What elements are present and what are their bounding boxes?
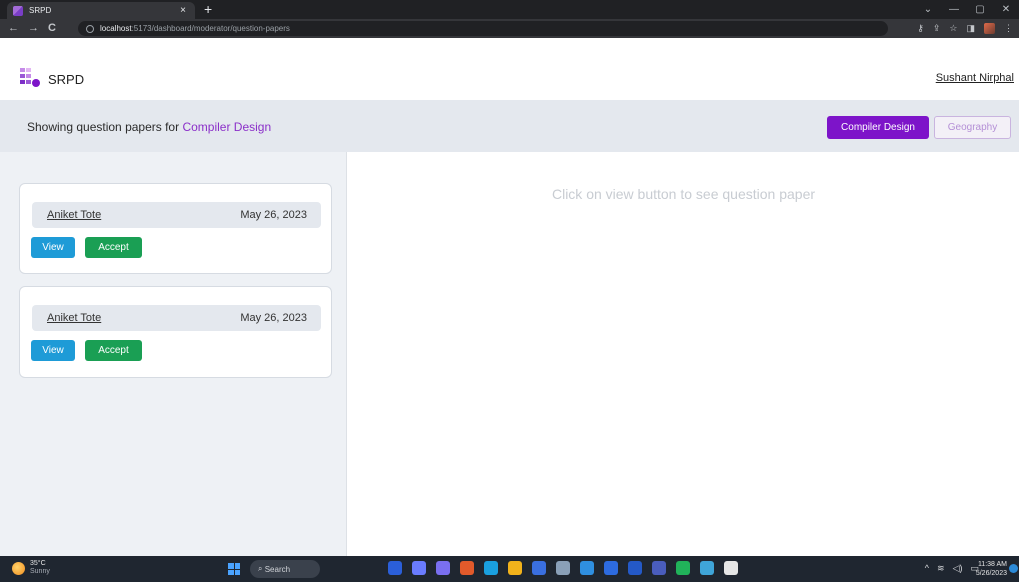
browser-tab-bar: SRPD × + ⌄ — ▢ ✕ [0, 0, 1019, 19]
bookmark-star-icon[interactable]: ☆ [949, 22, 957, 34]
info-icon[interactable] [86, 24, 94, 33]
taskbar-app-icon[interactable] [652, 561, 666, 575]
window-controls: ⌄ — ▢ ✕ [915, 0, 1019, 19]
accept-button[interactable]: Accept [85, 340, 142, 361]
clock-date: 5/26/2023 [975, 570, 1007, 577]
profile-avatar[interactable] [984, 22, 995, 34]
srpd-logo-icon [20, 68, 40, 87]
url-host: localhost [100, 24, 132, 33]
back-button[interactable]: ← [8, 22, 19, 35]
reload-button[interactable]: C [48, 22, 56, 35]
tab-title: SRPD [29, 6, 52, 15]
side-panel-icon[interactable]: ◨ [966, 22, 975, 34]
forward-button[interactable]: → [28, 22, 39, 35]
accept-button[interactable]: Accept [85, 237, 142, 258]
browser-toolbar: ← → C localhost:5173/dashboard/moderator… [0, 19, 1019, 38]
showing-label: Showing question papers for Compiler Des… [27, 120, 271, 134]
taskbar-app-icon[interactable] [604, 561, 618, 575]
brand-title[interactable]: SRPD [48, 72, 84, 87]
author-link[interactable]: Aniket Tote [47, 209, 101, 221]
browser-menu-icon[interactable]: ⋮ [1004, 22, 1013, 34]
paper-card: Aniket Tote May 26, 2023 View Accept [19, 286, 332, 378]
new-tab-button[interactable]: + [204, 2, 212, 16]
url-path: :5173/dashboard/moderator/question-paper… [131, 24, 290, 33]
browser-actions: ⚷ ⇪ ☆ ◨ ⋮ [917, 22, 1013, 34]
taskbar: 35°C Sunny ⌕ Search ^ ≋ ◁) ▭ 11:38 AM 5/… [0, 556, 1019, 582]
taskbar-apps [388, 561, 738, 575]
user-profile-link[interactable]: Sushant Nirphal [936, 72, 1014, 84]
author-link[interactable]: Aniket Tote [47, 312, 101, 324]
paper-date: May 26, 2023 [240, 209, 307, 221]
taskbar-app-icon[interactable] [676, 561, 690, 575]
taskbar-app-icon[interactable] [412, 561, 426, 575]
weather-widget[interactable]: 35°C Sunny [12, 560, 50, 576]
taskbar-app-icon[interactable] [580, 561, 594, 575]
search-label: Search [264, 564, 291, 574]
taskbar-app-icon[interactable] [700, 561, 714, 575]
start-button[interactable] [228, 563, 240, 575]
minimize-button[interactable]: — [941, 0, 967, 19]
tray-chevron-icon[interactable]: ^ [925, 563, 929, 574]
taskbar-app-icon[interactable] [532, 561, 546, 575]
taskbar-app-icon[interactable] [460, 561, 474, 575]
showing-prefix: Showing question papers for [27, 120, 180, 134]
browser-tab[interactable]: SRPD × [7, 2, 195, 19]
question-paper-list: Aniket Tote May 26, 2023 View Accept Ani… [0, 152, 347, 556]
subject-button-geography[interactable]: Geography [934, 116, 1011, 139]
weather-condition: Sunny [30, 568, 50, 575]
taskbar-app-icon[interactable] [484, 561, 498, 575]
view-button[interactable]: View [31, 237, 75, 258]
clock[interactable]: 11:38 AM 5/26/2023 [976, 560, 1007, 578]
taskbar-search[interactable]: ⌕ Search [250, 560, 320, 578]
current-subject: Compiler Design [182, 120, 272, 134]
password-key-icon[interactable]: ⚷ [917, 22, 924, 34]
search-icon: ⌕ [258, 564, 265, 573]
taskbar-app-icon[interactable] [436, 561, 450, 575]
address-bar[interactable]: localhost:5173/dashboard/moderator/quest… [78, 21, 888, 36]
taskbar-app-icon[interactable] [508, 561, 522, 575]
close-window-button[interactable]: ✕ [993, 0, 1019, 19]
paper-card: Aniket Tote May 26, 2023 View Accept [19, 183, 332, 274]
taskbar-app-icon[interactable] [724, 561, 738, 575]
paper-info-row: Aniket Tote May 26, 2023 [32, 202, 321, 228]
question-paper-viewer: Click on view button to see question pap… [348, 152, 1019, 556]
taskbar-app-icon[interactable] [628, 561, 642, 575]
view-button[interactable]: View [31, 340, 75, 361]
viewer-placeholder: Click on view button to see question pap… [551, 186, 816, 202]
taskbar-app-icon[interactable] [556, 561, 570, 575]
app-header: SRPD Sushant Nirphal [0, 38, 1019, 100]
notification-icon[interactable] [1009, 564, 1018, 573]
chevron-down-icon[interactable]: ⌄ [915, 0, 941, 19]
paper-date: May 26, 2023 [240, 312, 307, 324]
maximize-button[interactable]: ▢ [967, 0, 993, 19]
wifi-icon[interactable]: ≋ [937, 563, 945, 574]
system-tray: ^ ≋ ◁) ▭ [925, 563, 979, 574]
favicon-icon [13, 5, 23, 16]
sun-icon [12, 561, 25, 575]
taskbar-app-icon[interactable] [388, 561, 402, 575]
share-icon[interactable]: ⇪ [933, 22, 941, 34]
subject-button-compiler-design[interactable]: Compiler Design [827, 116, 929, 139]
paper-info-row: Aniket Tote May 26, 2023 [32, 305, 321, 331]
weather-temp: 35°C [30, 560, 46, 567]
tab-close-icon[interactable]: × [177, 5, 189, 16]
volume-icon[interactable]: ◁) [953, 563, 963, 574]
clock-time: 11:38 AM [977, 561, 1007, 568]
